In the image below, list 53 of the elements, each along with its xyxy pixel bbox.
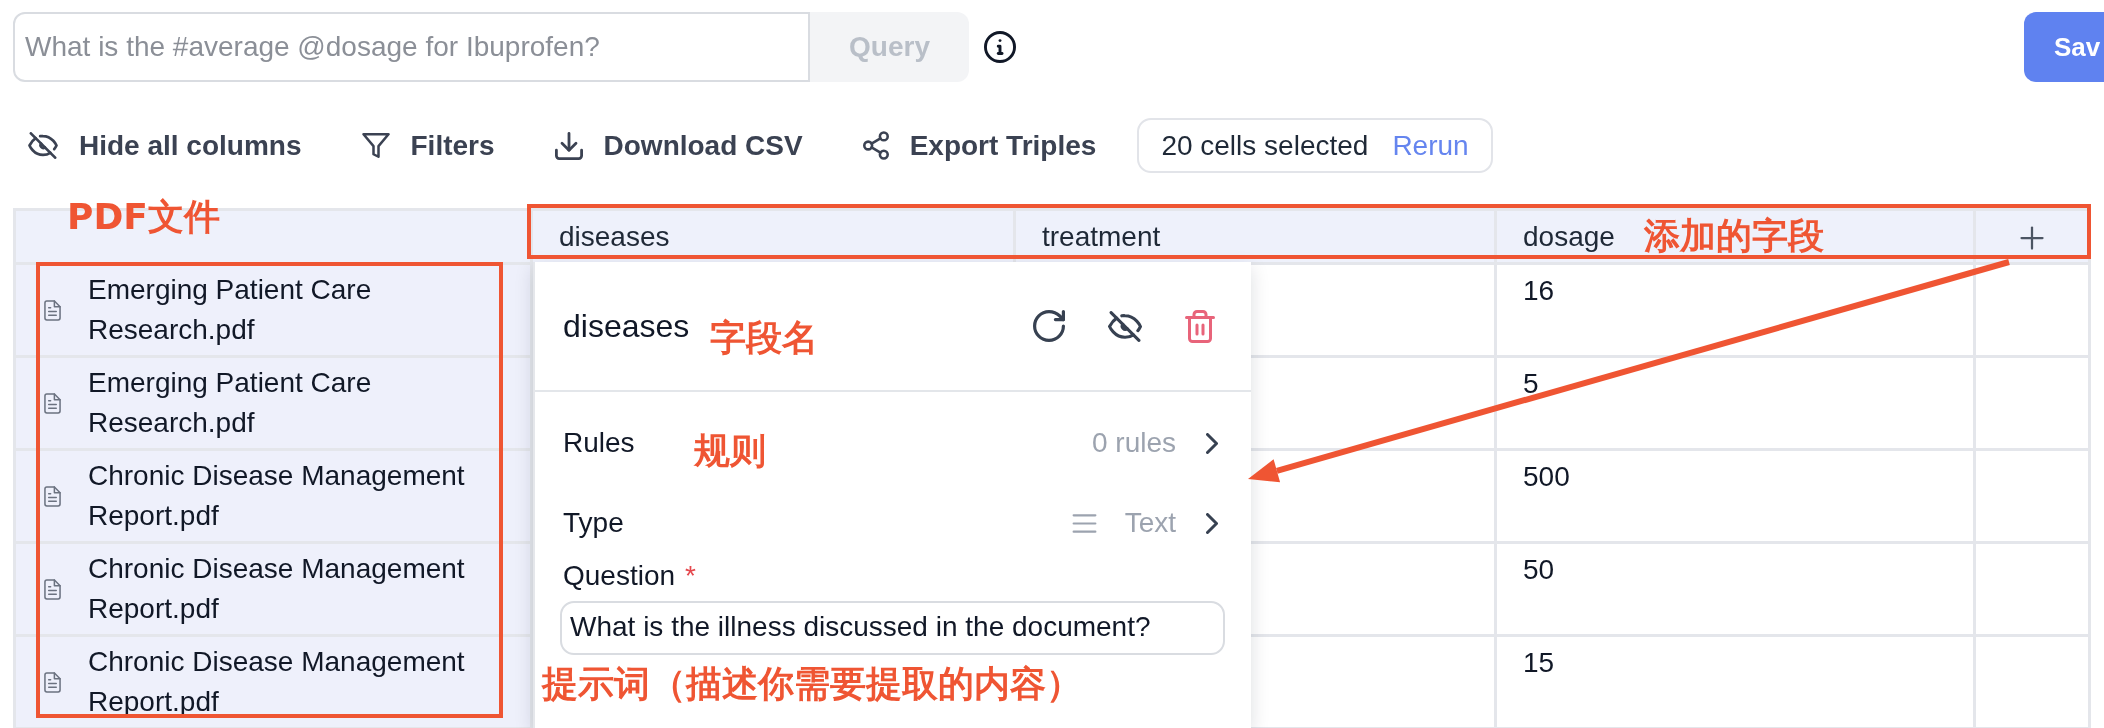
table-cell: 15 bbox=[1495, 635, 1975, 728]
field-label: Question * bbox=[563, 559, 696, 593]
annotation-label: 规则 bbox=[694, 431, 766, 471]
chevron-right-icon[interactable] bbox=[1206, 512, 1218, 534]
query-input[interactable]: What is the #average @dosage for Ibuprofen? bbox=[13, 12, 810, 82]
file-name: Chronic Disease Management Report.pdf bbox=[88, 552, 466, 626]
field-label: Rules bbox=[563, 426, 635, 460]
file-name: Emerging Patient Care Research.pdf bbox=[88, 366, 373, 440]
field-label: Type bbox=[563, 506, 624, 540]
table-cell: 16 bbox=[1495, 263, 1975, 357]
panel-title: diseases bbox=[563, 307, 690, 346]
delete-icon[interactable] bbox=[1185, 309, 1215, 343]
chevron-right-icon[interactable] bbox=[1206, 432, 1218, 454]
column-header[interactable]: diseases bbox=[531, 209, 1015, 264]
file-name: Chronic Disease Management Report.pdf bbox=[88, 459, 466, 533]
add-column-icon[interactable] bbox=[2020, 226, 2044, 251]
file-cell[interactable]: Chronic Disease Management Report.pdf bbox=[14, 449, 532, 543]
document-icon bbox=[44, 578, 61, 600]
refresh-icon[interactable] bbox=[1033, 310, 1065, 342]
file-cell[interactable]: Emerging Patient Care Research.pdf bbox=[14, 356, 532, 450]
rules-count: 0 rules bbox=[1091, 426, 1176, 460]
file-name: Chronic Disease Management Report.pdf bbox=[88, 645, 466, 719]
filters-button[interactable]: Filters bbox=[361, 128, 495, 163]
filter-icon bbox=[361, 133, 390, 158]
eye-off-icon bbox=[28, 132, 58, 159]
info-icon[interactable] bbox=[984, 31, 1016, 63]
table-cell: 50 bbox=[1495, 542, 1975, 636]
save-button[interactable]: Sav bbox=[2024, 12, 2104, 82]
annotation-label: 字段名 bbox=[710, 318, 818, 358]
text-lines-icon bbox=[1071, 513, 1097, 533]
download-button[interactable]: Download CSV bbox=[554, 128, 803, 163]
file-cell[interactable]: Emerging Patient Care Research.pdf bbox=[14, 263, 532, 357]
document-icon bbox=[44, 485, 61, 507]
table-cell: 5 bbox=[1495, 356, 1975, 450]
export-button[interactable]: Export Triples bbox=[862, 128, 1097, 163]
column-header[interactable]: treatment bbox=[1014, 209, 1496, 264]
file-cell[interactable]: Chronic Disease Management Report.pdf bbox=[14, 542, 532, 636]
eye-off-icon[interactable] bbox=[1108, 310, 1142, 342]
type-value: Text bbox=[1124, 506, 1176, 540]
share-icon bbox=[862, 131, 889, 160]
document-icon bbox=[44, 299, 61, 321]
document-icon bbox=[44, 671, 61, 693]
download-icon bbox=[554, 131, 583, 160]
file-cell[interactable]: Chronic Disease Management Report.pdf bbox=[14, 635, 532, 728]
annotation-label: 添加的字段 bbox=[1644, 216, 1824, 256]
annotation-label: PDF文件 bbox=[67, 197, 220, 237]
file-name: Emerging Patient Care Research.pdf bbox=[88, 273, 373, 347]
question-field[interactable]: What is the illness discussed in the document? bbox=[560, 601, 1225, 655]
document-icon bbox=[44, 392, 61, 414]
table-cell: 500 bbox=[1495, 449, 1975, 543]
hide-columns-button[interactable]: Hide all columns bbox=[28, 128, 302, 163]
selection-count: 20 cells selected bbox=[1161, 128, 1369, 163]
annotation-label: 提示词（描述你需要提取的内容） bbox=[542, 664, 1082, 704]
